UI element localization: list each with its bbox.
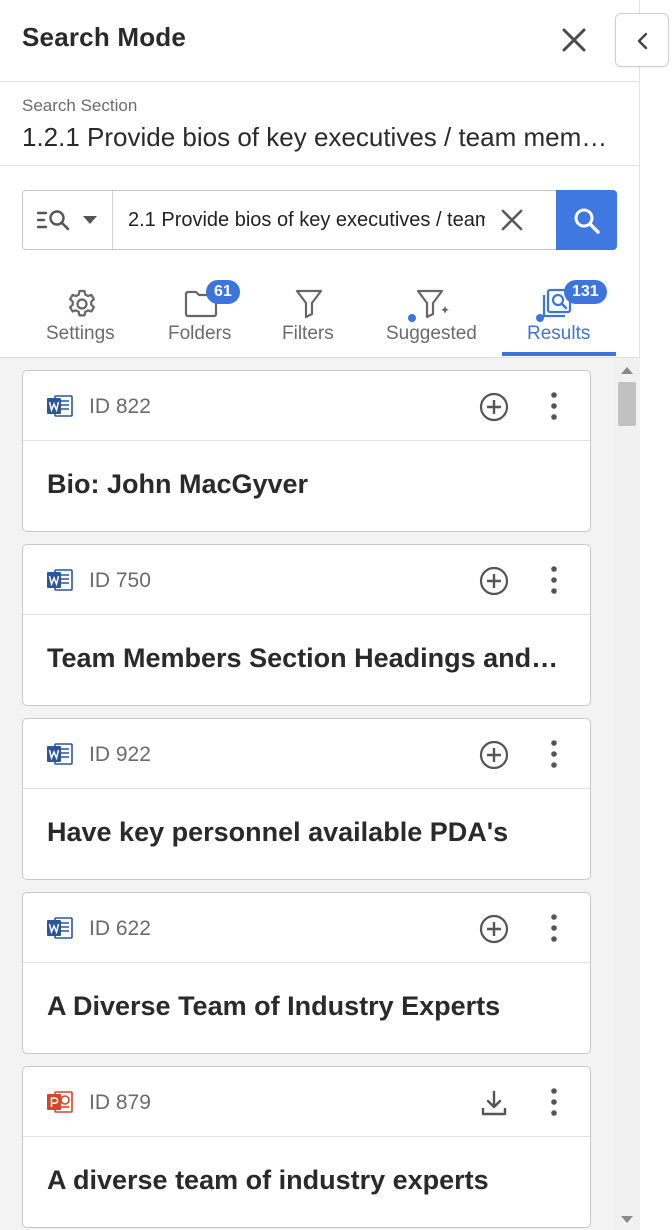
scroll-down-arrow-icon[interactable] — [621, 1216, 633, 1224]
more-options-button[interactable] — [543, 913, 565, 943]
result-title: Team Members Section Headings and Descri… — [47, 643, 563, 673]
tab-label: Results — [527, 323, 591, 344]
results-scrollbar[interactable] — [613, 358, 640, 1230]
result-card-header: ID 822 — [23, 371, 590, 441]
powerpoint-doc-icon — [47, 1091, 73, 1113]
active-tab-indicator — [502, 352, 616, 356]
word-doc-icon — [47, 917, 73, 939]
results-count-badge: 131 — [564, 280, 607, 304]
panel-header: Search Mode — [0, 0, 640, 82]
search-button[interactable] — [556, 190, 617, 250]
result-id: ID 822 — [89, 395, 151, 418]
tab-bar: Settings 61 Folders Filters Suggested 13… — [0, 270, 640, 358]
add-result-button[interactable] — [479, 392, 509, 422]
add-circle-icon — [479, 914, 509, 944]
results-indicator-dot — [536, 314, 544, 322]
result-title: A diverse team of industry experts — [47, 1165, 489, 1195]
search-mode-icon — [37, 210, 70, 231]
result-card-header: ID 622 — [23, 893, 590, 963]
tab-settings[interactable]: Settings — [42, 270, 126, 358]
add-result-button[interactable] — [479, 740, 509, 770]
word-doc-icon — [47, 395, 73, 417]
result-card[interactable]: ID 622 A Diverse Team of Industry Expert… — [22, 892, 591, 1054]
filter-icon — [295, 289, 323, 318]
chevron-left-icon — [637, 32, 648, 50]
result-id: ID 750 — [89, 569, 151, 592]
word-doc-icon — [47, 569, 73, 591]
search-mode-dropdown[interactable] — [23, 191, 113, 249]
more-vertical-icon — [551, 392, 557, 420]
more-options-button[interactable] — [543, 391, 565, 421]
more-options-button[interactable] — [543, 739, 565, 769]
tab-folders[interactable]: 61 Folders — [164, 270, 248, 358]
add-result-button[interactable] — [479, 566, 509, 596]
tab-results[interactable]: 131 Results — [506, 270, 612, 358]
download-result-button[interactable] — [479, 1088, 509, 1118]
tab-suggested[interactable]: Suggested — [382, 270, 482, 358]
search-section-value: 1.2.1 Provide bios of key executives / t… — [22, 122, 618, 152]
word-doc-icon — [47, 743, 73, 765]
collapse-panel-button[interactable] — [615, 13, 669, 67]
more-vertical-icon — [551, 740, 557, 768]
tab-label: Filters — [282, 323, 334, 344]
search-section: Search Section 1.2.1 Provide bios of key… — [0, 82, 640, 166]
result-id: ID 922 — [89, 743, 151, 766]
result-card[interactable]: ID 750 Team Members Section Headings and… — [22, 544, 591, 706]
search-input[interactable] — [115, 191, 485, 249]
result-card[interactable]: ID 822 Bio: John MacGyver — [22, 370, 591, 532]
more-options-button[interactable] — [543, 565, 565, 595]
clear-search-button[interactable] — [499, 207, 525, 233]
result-title: Have key personnel available PDA's — [47, 817, 509, 847]
more-vertical-icon — [551, 1088, 557, 1116]
result-id: ID 622 — [89, 917, 151, 940]
result-card-header: ID 750 — [23, 545, 590, 615]
gear-icon — [69, 289, 95, 317]
search-mode-panel: Search Mode Search Section 1.2.1 Provide… — [0, 0, 640, 1230]
add-circle-icon — [479, 740, 509, 770]
page-title: Search Mode — [22, 22, 187, 52]
search-section-label: Search Section — [22, 96, 138, 115]
result-card[interactable]: ID 879 A diverse team of industry expert… — [22, 1066, 591, 1228]
tab-label: Suggested — [386, 323, 477, 344]
result-title: Bio: John MacGyver — [47, 469, 309, 499]
result-card-header: ID 879 — [23, 1067, 590, 1137]
tab-filters[interactable]: Filters — [278, 270, 342, 358]
folders-count-badge: 61 — [206, 280, 240, 304]
add-result-button[interactable] — [479, 914, 509, 944]
results-list: ID 822 Bio: John MacGyver ID 750 Team Me… — [0, 358, 640, 1230]
result-title: A Diverse Team of Industry Experts — [47, 991, 501, 1021]
scroll-up-arrow-icon[interactable] — [621, 366, 633, 374]
more-vertical-icon — [551, 566, 557, 594]
more-options-button[interactable] — [543, 1087, 565, 1117]
download-icon — [481, 1090, 507, 1116]
suggested-filter-icon — [416, 289, 449, 318]
tab-label: Settings — [46, 323, 115, 344]
result-id: ID 879 — [89, 1091, 151, 1114]
chevron-down-icon — [83, 216, 97, 224]
scroll-thumb[interactable] — [618, 382, 636, 426]
tab-label: Folders — [168, 323, 232, 344]
add-circle-icon — [479, 392, 509, 422]
suggested-indicator-dot — [408, 314, 416, 322]
close-icon — [562, 28, 586, 52]
close-icon — [501, 209, 523, 231]
more-vertical-icon — [551, 914, 557, 942]
search-bar — [22, 190, 617, 250]
add-circle-icon — [479, 566, 509, 596]
close-button[interactable] — [556, 22, 592, 58]
search-icon — [574, 208, 600, 234]
result-card[interactable]: ID 922 Have key personnel available PDA'… — [22, 718, 591, 880]
result-card-header: ID 922 — [23, 719, 590, 789]
